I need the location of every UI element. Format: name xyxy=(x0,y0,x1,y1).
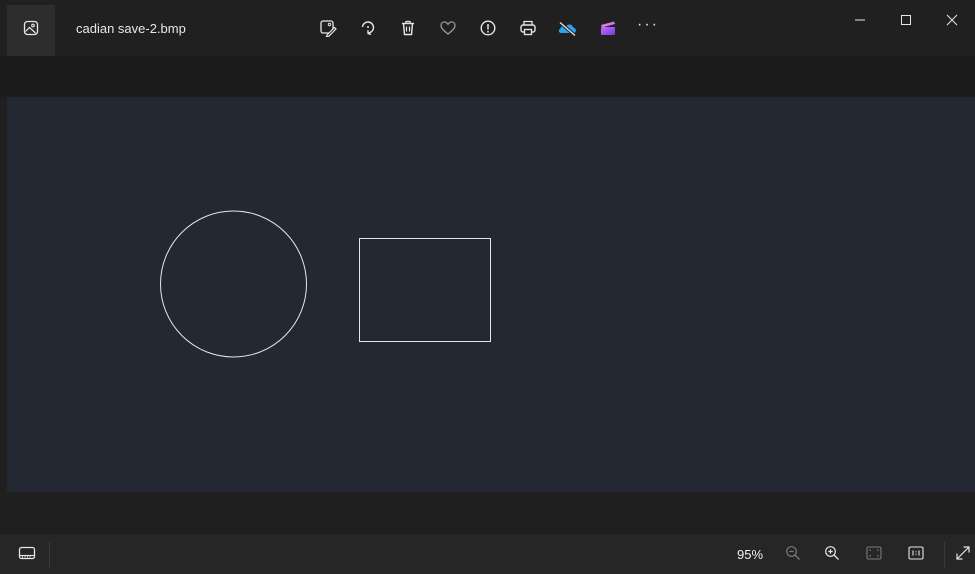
window-controls xyxy=(837,0,975,44)
zoom-in-icon xyxy=(824,545,840,566)
fit-to-window-button[interactable] xyxy=(862,543,886,567)
toolbar: ··· xyxy=(308,16,668,40)
image-content xyxy=(160,210,491,358)
filmstrip-button[interactable] xyxy=(14,544,40,566)
status-bar: 95% xyxy=(0,534,975,574)
minimize-icon xyxy=(854,13,866,31)
image-canvas[interactable] xyxy=(7,97,975,492)
clipchamp-button[interactable] xyxy=(588,16,628,40)
close-icon xyxy=(946,13,958,31)
rotate-button[interactable] xyxy=(348,16,388,40)
title-bar: cadian save-2.bmp ··· xyxy=(0,0,975,56)
full-screen-button[interactable] xyxy=(951,543,975,567)
zoom-out-button[interactable] xyxy=(781,543,805,567)
onedrive-button[interactable] xyxy=(548,16,588,40)
filmstrip-icon xyxy=(18,545,36,566)
close-button[interactable] xyxy=(929,0,975,44)
printer-icon xyxy=(519,19,537,37)
rotate-icon xyxy=(359,19,377,37)
more-options-button[interactable]: ··· xyxy=(628,16,668,40)
drawn-rectangle xyxy=(359,238,491,342)
photos-app-icon xyxy=(23,20,39,41)
photos-app-button[interactable] xyxy=(7,5,55,56)
heart-icon xyxy=(439,19,457,37)
favorite-button[interactable] xyxy=(428,16,468,40)
info-button[interactable] xyxy=(468,16,508,40)
zoom-out-icon xyxy=(785,545,801,566)
top-spacer xyxy=(0,56,975,97)
edit-image-button[interactable] xyxy=(308,16,348,40)
expand-icon xyxy=(955,545,971,566)
zoom-level: 95% xyxy=(737,547,764,562)
delete-button[interactable] xyxy=(388,16,428,40)
actual-size-button[interactable] xyxy=(904,543,928,567)
more-icon: ··· xyxy=(637,16,659,33)
drawn-circle xyxy=(160,210,307,358)
bottom-spacer xyxy=(0,492,975,534)
maximize-button[interactable] xyxy=(883,0,929,44)
status-divider xyxy=(49,542,50,568)
trash-icon xyxy=(399,19,417,37)
status-divider-right xyxy=(944,542,945,568)
maximize-icon xyxy=(900,13,912,31)
clipchamp-icon xyxy=(598,19,618,37)
minimize-button[interactable] xyxy=(837,0,883,44)
edit-image-icon xyxy=(319,19,337,37)
info-icon xyxy=(479,19,497,37)
print-button[interactable] xyxy=(508,16,548,40)
file-name-title: cadian save-2.bmp xyxy=(76,21,186,36)
onedrive-cloud-icon xyxy=(557,19,579,37)
actual-size-icon xyxy=(908,545,924,565)
zoom-in-button[interactable] xyxy=(820,543,844,567)
fit-to-window-icon xyxy=(866,545,882,565)
